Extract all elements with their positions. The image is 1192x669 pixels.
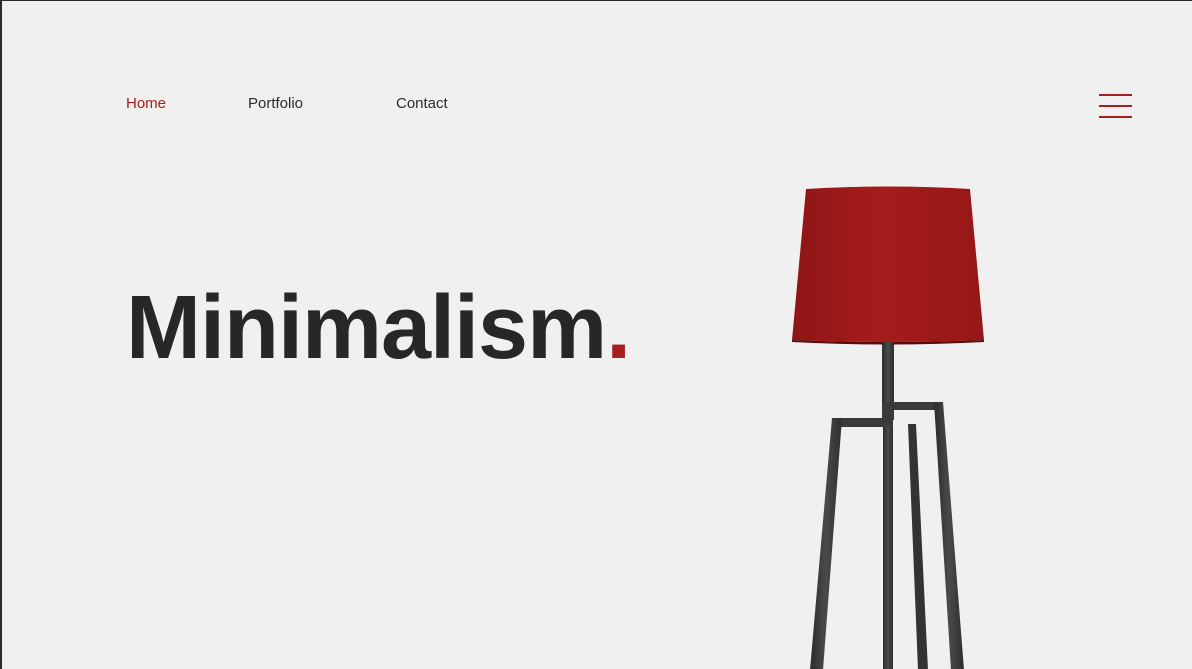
- lamp-frame-joint: [882, 402, 940, 420]
- hero-title-text: Minimalism: [126, 278, 607, 378]
- lamp-leg-inner: [908, 424, 928, 669]
- lamp-leg-left: [810, 418, 842, 669]
- nav-link-contact[interactable]: Contact: [396, 95, 448, 112]
- menu-line: [1099, 105, 1132, 107]
- nav-link-portfolio[interactable]: Portfolio: [248, 95, 303, 112]
- lamp-leg-right: [934, 402, 964, 669]
- lamp-illustration: [792, 186, 984, 669]
- landing-page: Home Portfolio Contact Minimalism.: [0, 0, 1192, 669]
- lamp-pole-lower: [883, 424, 893, 669]
- lamp-shade: [792, 186, 984, 342]
- hero-title: Minimalism.: [126, 283, 631, 373]
- nav-link-home[interactable]: Home: [126, 95, 166, 112]
- menu-line: [1099, 116, 1132, 118]
- menu-line: [1099, 94, 1132, 96]
- hero-title-dot: .: [606, 278, 631, 378]
- lamp-pole: [882, 342, 894, 402]
- hamburger-menu-icon[interactable]: [1099, 93, 1132, 121]
